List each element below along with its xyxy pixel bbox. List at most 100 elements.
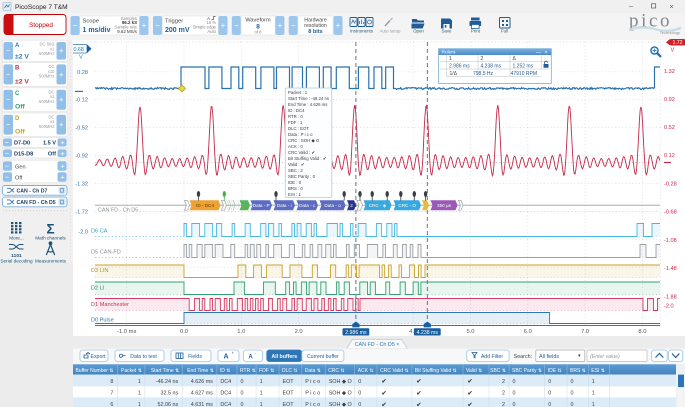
svg-text:Data - P: Data - P: [253, 203, 270, 208]
svg-text:-2.0: -2.0: [664, 303, 674, 309]
svg-text:1: 1: [138, 379, 141, 385]
svg-text:-0.12: -0.12: [75, 98, 88, 104]
svg-text:✔: ✔: [381, 379, 386, 385]
svg-text:Print: Print: [471, 29, 481, 34]
svg-text:FDF : 1: FDF : 1: [288, 120, 303, 125]
svg-text:D5 CAN-FD: D5 CAN-FD: [91, 250, 121, 256]
svg-text:350 µs: 350 µs: [437, 203, 452, 208]
svg-text:CAN - Ch D7: CAN - Ch D7: [17, 189, 48, 195]
svg-text:ID - DC4: ID - DC4: [196, 203, 214, 208]
svg-text:4.626 ms: 4.626 ms: [191, 379, 213, 385]
svg-text:Export: Export: [91, 354, 107, 360]
svg-text:More...: More...: [9, 236, 24, 241]
svg-text:1: 1: [138, 391, 141, 397]
svg-text:EOT: EOT: [283, 379, 295, 385]
svg-text:CAN FD - Ch D5: CAN FD - Ch D5: [17, 200, 56, 206]
svg-text:Instruments: Instruments: [350, 29, 374, 34]
svg-text:P i c o: P i c o: [305, 379, 320, 385]
svg-text:1.252 ms: 1.252 ms: [513, 64, 534, 70]
svg-text:SBC Parity : 0: SBC Parity : 0: [288, 174, 316, 179]
svg-text:D0 Pulse: D0 Pulse: [91, 318, 114, 324]
svg-text:Rulers: Rulers: [442, 50, 456, 56]
svg-text:CRC - ◈: CRC - ◈: [369, 203, 387, 208]
svg-text:0: 0: [241, 391, 244, 397]
svg-text:0.68: 0.68: [73, 47, 84, 53]
svg-text:0: 0: [513, 391, 516, 397]
svg-text:±2 V: ±2 V: [15, 78, 29, 85]
svg-text:+: +: [232, 351, 235, 356]
svg-text:−: −: [5, 138, 10, 147]
svg-text:Stopped: Stopped: [29, 22, 53, 29]
svg-text:798.5 Hz: 798.5 Hz: [473, 71, 494, 77]
svg-text:Data - i: Data - i: [277, 203, 292, 208]
svg-text:1.5 V: 1.5 V: [43, 141, 56, 147]
svg-text:Valid ⇅: Valid ⇅: [466, 368, 482, 374]
svg-text:DC4: DC4: [220, 402, 231, 407]
svg-text:End Time ⇅: End Time ⇅: [187, 368, 214, 374]
svg-text:+: +: [336, 21, 341, 30]
svg-text:1.0: 1.0: [237, 329, 245, 335]
svg-text:1/Δ: 1/Δ: [450, 71, 458, 77]
svg-text:DC4: DC4: [220, 379, 231, 385]
svg-text:0: 0: [358, 402, 361, 407]
svg-text:2: 2: [350, 203, 353, 208]
svg-text:Fields: Fields: [188, 354, 202, 360]
svg-text:-1.72: -1.72: [75, 209, 88, 215]
svg-text:EOT: EOT: [283, 391, 295, 397]
svg-text:0: 0: [571, 379, 574, 385]
svg-text:Auto setup: Auto setup: [380, 29, 402, 34]
svg-text:P i c o: P i c o: [305, 391, 320, 397]
svg-text:Packet : 1: Packet : 1: [288, 90, 308, 95]
svg-text:0.28: 0.28: [77, 70, 88, 76]
svg-text:2.0: 2.0: [295, 329, 303, 335]
svg-text:P i c o: P i c o: [305, 402, 320, 407]
svg-text:A: A: [248, 355, 253, 361]
svg-text:Bit Stuffing Valid ⇅: Bit Stuffing Valid ⇅: [415, 368, 457, 374]
svg-text:1: 1: [260, 379, 263, 385]
svg-text:1: 1: [138, 402, 141, 407]
svg-text:Current buffer: Current buffer: [307, 354, 339, 360]
svg-text:Off: Off: [15, 175, 23, 181]
svg-text:8: 8: [110, 379, 113, 385]
svg-text:-0.68: -0.68: [664, 210, 677, 216]
svg-text:2: 2: [502, 391, 505, 397]
svg-text:CAN FD - Ch D5 ×: CAN FD - Ch D5 ×: [355, 342, 400, 348]
svg-text:✔: ✔: [467, 379, 472, 385]
svg-text:CRC Valid : ✔: CRC Valid : ✔: [288, 150, 315, 155]
svg-text:200 mV: 200 mV: [165, 27, 190, 34]
svg-text:−: −: [6, 95, 11, 104]
svg-text:Σ: Σ: [46, 222, 54, 237]
svg-text:Add Filter: Add Filter: [481, 354, 503, 360]
svg-text:CRC : SOH ◆ O: CRC : SOH ◆ O: [288, 138, 320, 143]
svg-text:Trigger: Trigger: [165, 19, 183, 25]
svg-text:Start Time ⇅: Start Time ⇅: [151, 368, 179, 374]
svg-text:8 bits: 8 bits: [308, 29, 323, 35]
svg-text:Data - c: Data - c: [299, 203, 316, 208]
svg-text:0.92: 0.92: [664, 97, 675, 103]
svg-text:SOH ◆ O: SOH ◆ O: [329, 379, 352, 385]
svg-text:4.631 ms: 4.631 ms: [191, 402, 213, 407]
svg-text:-1.88: -1.88: [664, 295, 677, 301]
svg-text:A: A: [223, 354, 228, 361]
svg-text:500MHz: 500MHz: [39, 99, 55, 104]
svg-text:—: —: [536, 50, 542, 56]
svg-text:6: 6: [110, 402, 113, 407]
svg-text:BRS : 0: BRS : 0: [288, 186, 303, 191]
svg-text:−: −: [6, 120, 11, 129]
svg-text:+: +: [278, 21, 283, 30]
svg-text:1: 1: [592, 391, 595, 397]
svg-text:-1.32: -1.32: [75, 181, 88, 187]
svg-text:-0.92: -0.92: [75, 154, 88, 160]
svg-text:+: +: [60, 173, 65, 182]
svg-text:9.62 MS/s: 9.62 MS/s: [117, 29, 138, 34]
svg-text:0: 0: [548, 402, 551, 407]
svg-text:Data : P i c o: Data : P i c o: [288, 132, 313, 137]
svg-text:D1 Manchester: D1 Manchester: [91, 302, 129, 308]
svg-text:Off: Off: [48, 151, 56, 157]
svg-text:0.52: 0.52: [664, 125, 675, 131]
svg-text:FDF ⇅: FDF ⇅: [259, 368, 274, 374]
svg-text:-1.0 ms: -1.0 ms: [117, 329, 136, 335]
svg-text:-1.48: -1.48: [664, 266, 677, 272]
svg-text:500MHz: 500MHz: [39, 74, 55, 79]
svg-text:Serial decoding: Serial decoding: [0, 259, 33, 264]
